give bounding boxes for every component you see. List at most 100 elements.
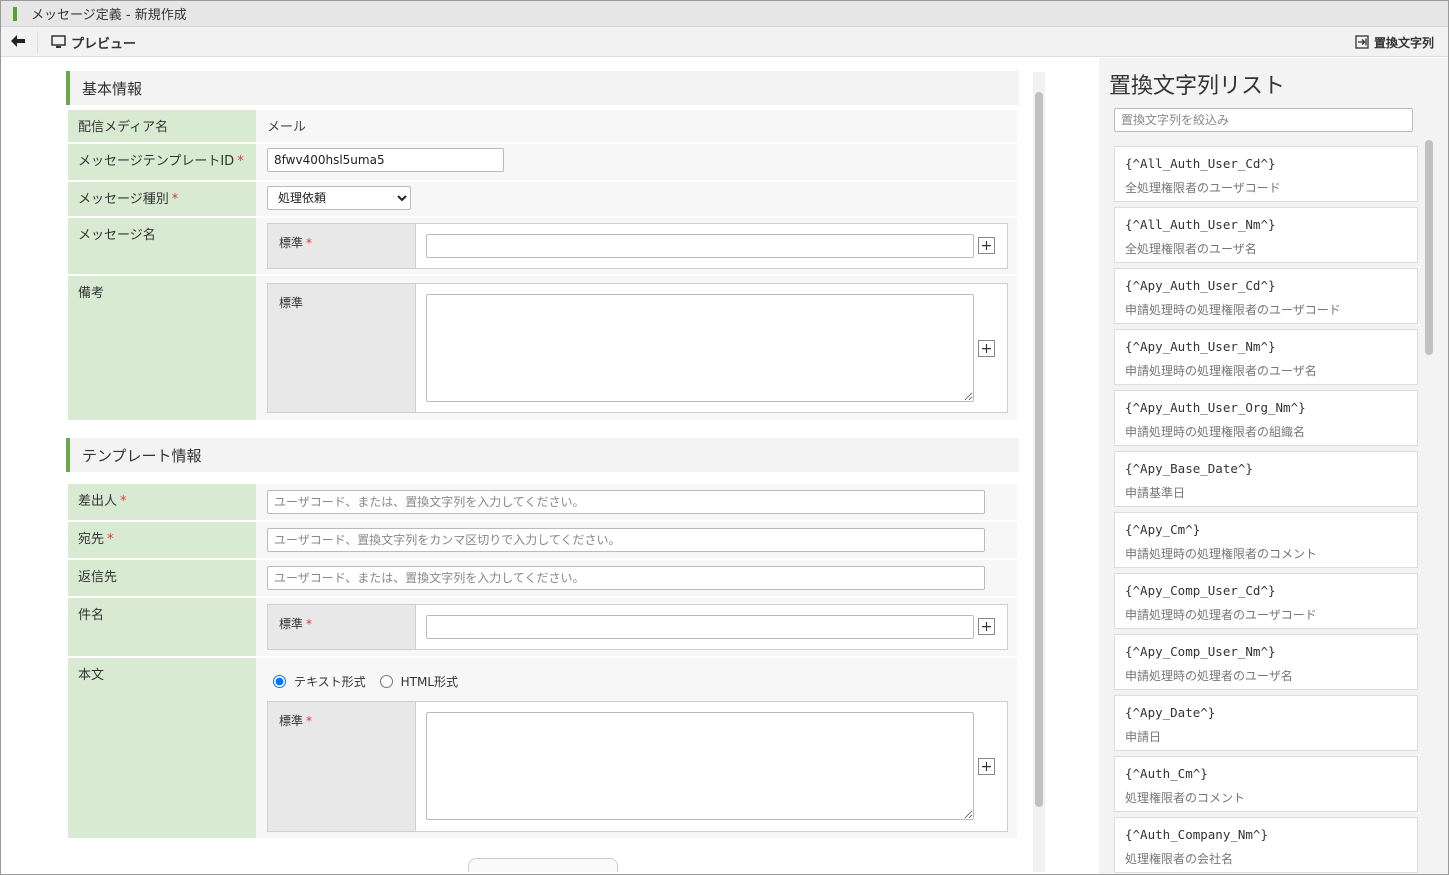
field-label: メッセージテンプレートID * (68, 144, 256, 180)
panel-title: 置換文字列リスト (1109, 74, 1286, 99)
body-textarea[interactable] (426, 712, 974, 820)
list-item[interactable]: {^All_Auth_User_Cd^} 全処理権限者のユーザコード (1114, 146, 1418, 202)
list-item[interactable]: {^Apy_Cm^} 申請処理時の処理権限者のコメント (1114, 512, 1418, 568)
field-label: 本文 (68, 658, 256, 838)
radio-text-format-input[interactable] (273, 675, 286, 688)
list-item[interactable]: {^Apy_Comp_User_Nm^} 申請処理時の処理者のユーザ名 (1114, 634, 1418, 690)
required-mark: * (171, 192, 179, 207)
back-button[interactable] (9, 32, 27, 50)
row-body: 本文 テキスト形式 HTML形式 標準 * + (68, 658, 1017, 838)
field-label: 差出人 * (68, 484, 256, 520)
row-sender: 差出人 * (68, 484, 1017, 520)
add-locale-button[interactable]: + (978, 758, 995, 775)
item-desc: 申請処理時の処理権限者のユーザコード (1125, 303, 1341, 317)
radio-html-format[interactable]: HTML形式 (379, 673, 458, 690)
label-text: 備考 (78, 286, 105, 301)
label-text: 宛先 (78, 532, 105, 547)
list-item[interactable]: {^Apy_Base_Date^} 申請基準日 (1114, 451, 1418, 507)
insert-icon (1355, 35, 1369, 49)
to-input[interactable] (267, 528, 985, 552)
item-desc: 全処理権限者のユーザコード (1125, 181, 1281, 195)
media-value: メール (267, 116, 306, 135)
remarks-textarea[interactable] (426, 294, 974, 402)
row-message-name: メッセージ名 標準 * + (68, 218, 1017, 274)
row-media: 配信メディア名 メール (68, 110, 1017, 142)
section-title: 基本情報 (82, 79, 143, 98)
field-label: 宛先 * (68, 522, 256, 558)
item-desc: 申請処理時の処理者のユーザ名 (1125, 669, 1293, 683)
radio-html-format-input[interactable] (379, 675, 393, 688)
window-title: メッセージ定義 - 新規作成 (31, 8, 187, 23)
plus-icon: + (980, 758, 993, 775)
replace-strings-button[interactable]: 置換文字列 (1355, 31, 1434, 53)
locale-text: 標準 (279, 296, 304, 310)
scrollbar-thumb[interactable] (1425, 140, 1433, 355)
subject-input[interactable] (426, 615, 974, 639)
list-item[interactable]: {^Apy_Comp_User_Cd^} 申請処理時の処理者のユーザコード (1114, 573, 1418, 629)
item-desc: 処理権限者のコメント (1125, 791, 1246, 805)
label-text: 返信先 (78, 570, 118, 585)
form-scrollbar[interactable] (1033, 72, 1045, 872)
app-window: メッセージ定義 - 新規作成 プレビュー 置換文字列 基本情報 配信メディア名 … (0, 0, 1449, 875)
label-text: メッセージテンプレートID (78, 154, 235, 169)
item-code: {^Apy_Comp_User_Cd^} (1125, 583, 1276, 598)
locale-label: 標準 * (268, 224, 416, 268)
media-value-text: メール (267, 120, 307, 135)
plus-icon: + (980, 618, 993, 635)
list-item[interactable]: {^Apy_Date^} 申請日 (1114, 695, 1418, 751)
monitor-icon (51, 35, 66, 48)
list-item[interactable]: {^Apy_Auth_User_Cd^} 申請処理時の処理権限者のユーザコード (1114, 268, 1418, 324)
row-reply-to: 返信先 (68, 560, 1017, 596)
replace-string-panel: 置換文字列リスト {^All_Auth_User_Cd^} 全処理権限者のユーザコ… (1099, 58, 1448, 874)
required-mark: * (107, 532, 114, 547)
message-name-input[interactable] (426, 234, 974, 258)
list-item[interactable]: {^Auth_Company_Nm^} 処理権限者の会社名 (1114, 817, 1418, 873)
sender-input[interactable] (267, 490, 985, 514)
list-item[interactable]: {^Auth_Cm^} 処理権限者のコメント (1114, 756, 1418, 812)
item-code: {^Apy_Comp_User_Nm^} (1125, 644, 1276, 659)
item-desc: 申請基準日 (1125, 486, 1186, 500)
preview-label: プレビュー (71, 36, 137, 52)
item-desc: 申請処理時の処理権限者のユーザ名 (1125, 364, 1317, 378)
replace-strings-label: 置換文字列 (1373, 35, 1434, 50)
item-desc: 処理権限者の会社名 (1125, 852, 1234, 866)
section-basic-info: 基本情報 (66, 71, 1019, 105)
add-locale-button[interactable]: + (978, 237, 995, 254)
form-area: 基本情報 配信メディア名 メール メッセージテンプレートID* メッセージ種別*… (1, 58, 1046, 874)
list-item[interactable]: {^All_Auth_User_Nm^} 全処理権限者のユーザ名 (1114, 207, 1418, 263)
row-message-type: メッセージ種別 * 処理依頼 (68, 182, 1017, 216)
toolbar: プレビュー 置換文字列 (1, 27, 1448, 57)
required-mark: * (120, 494, 127, 509)
label-text: メッセージ名 (78, 228, 156, 243)
add-locale-button[interactable]: + (978, 618, 995, 635)
label-text: 差出人 (78, 494, 118, 509)
list-item[interactable]: {^Apy_Auth_User_Nm^} 申請処理時の処理権限者のユーザ名 (1114, 329, 1418, 385)
message-type-select[interactable]: 処理依頼 (267, 186, 411, 210)
item-code: {^Apy_Date^} (1125, 705, 1216, 720)
locale-text: 標準 (279, 617, 304, 631)
preview-button[interactable]: プレビュー (51, 31, 136, 53)
item-desc: 申請処理時の処理権限者のコメント (1125, 547, 1318, 561)
radio-text-format[interactable]: テキスト形式 (273, 673, 366, 690)
item-code: {^Apy_Base_Date^} (1125, 461, 1253, 476)
item-code: {^All_Auth_User_Cd^} (1125, 156, 1276, 171)
required-mark: * (237, 154, 244, 169)
arrow-left-icon (11, 35, 25, 47)
scrollbar-thumb[interactable] (1035, 92, 1043, 807)
body-format-radio-group: テキスト形式 HTML形式 (273, 673, 472, 690)
panel-scrollbar[interactable] (1424, 140, 1434, 874)
required-mark: * (306, 236, 313, 250)
section-title: テンプレート情報 (82, 446, 202, 465)
section-template-info: テンプレート情報 (66, 438, 1019, 472)
add-locale-button[interactable]: + (978, 340, 995, 357)
register-button[interactable] (468, 858, 618, 872)
subject-group: 標準 * + (267, 604, 1008, 650)
body-group: 標準 * + (267, 701, 1008, 832)
window-titlebar: メッセージ定義 - 新規作成 (1, 1, 1448, 27)
reply-to-input[interactable] (267, 566, 985, 590)
field-label: 返信先 (68, 560, 256, 596)
filter-input[interactable] (1114, 108, 1413, 132)
template-id-input[interactable] (267, 148, 504, 172)
item-code: {^All_Auth_User_Nm^} (1125, 217, 1276, 232)
list-item[interactable]: {^Apy_Auth_User_Org_Nm^} 申請処理時の処理権限者の組織名 (1114, 390, 1418, 446)
